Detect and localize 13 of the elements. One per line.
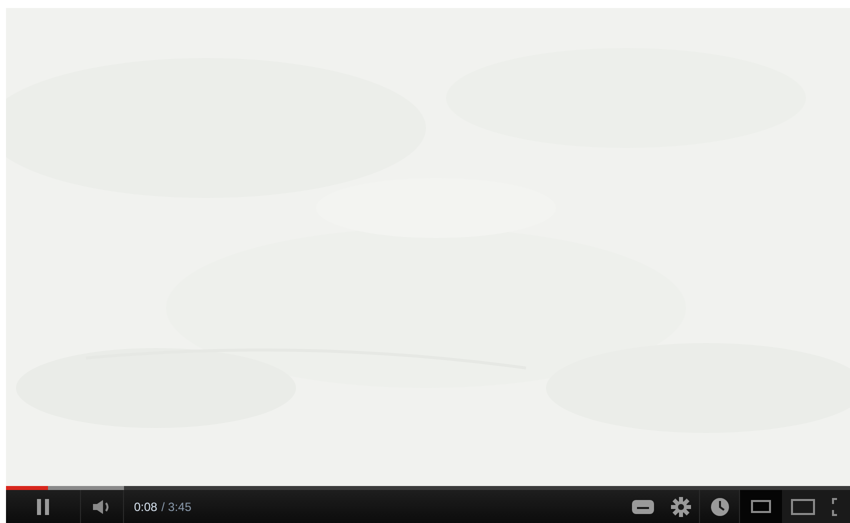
current-time: 0:08 [134, 498, 158, 516]
large-player-button[interactable] [782, 490, 824, 523]
large-rectangle-icon [791, 498, 815, 514]
fullscreen-button[interactable] [824, 490, 850, 523]
clock-icon [710, 498, 728, 516]
settings-icon [670, 496, 690, 516]
small-player-button[interactable] [740, 490, 782, 523]
pause-icon [36, 498, 50, 514]
duration: / 3:45 [161, 498, 192, 516]
captions-icon [632, 500, 654, 514]
fullscreen-icon [832, 498, 838, 516]
small-rectangle-icon [751, 500, 771, 513]
progress-track[interactable] [6, 486, 850, 490]
